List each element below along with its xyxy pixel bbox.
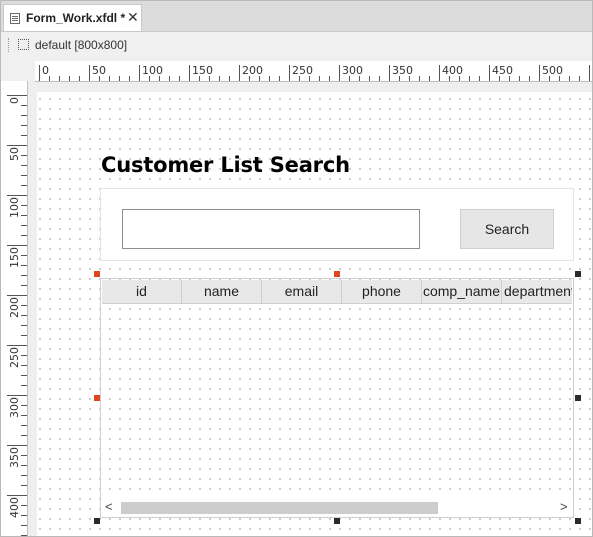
ruler-label: 200 bbox=[8, 297, 21, 318]
tab-form-work[interactable]: Form_Work.xfdl * ✕ bbox=[3, 4, 142, 31]
tab-label: Form_Work.xfdl * bbox=[26, 11, 126, 25]
ruler-corner bbox=[1, 61, 35, 81]
ruler-label: 0 bbox=[8, 97, 21, 104]
ruler-label: 350 bbox=[392, 64, 413, 77]
ruler-label: 400 bbox=[442, 64, 463, 77]
ruler-label: 50 bbox=[8, 147, 21, 161]
column-header-phone[interactable]: phone bbox=[342, 280, 422, 303]
form-title[interactable]: Customer List Search bbox=[101, 153, 350, 177]
column-header-email[interactable]: email bbox=[262, 280, 342, 303]
ruler-label: 250 bbox=[8, 347, 21, 368]
column-header-department[interactable]: department bbox=[502, 280, 572, 303]
scroll-right-icon[interactable]: > bbox=[560, 499, 568, 515]
selection-handle-top-left[interactable] bbox=[94, 271, 100, 277]
layout-selector[interactable]: default [800x800] bbox=[35, 38, 127, 52]
horizontal-scrollbar[interactable]: < > bbox=[101, 498, 573, 517]
ruler-label: 0 bbox=[42, 64, 49, 77]
column-header-comp-name[interactable]: comp_name bbox=[422, 280, 502, 303]
selection-handle-top-middle[interactable] bbox=[334, 271, 340, 277]
grid-header: id name email phone comp_name department bbox=[102, 280, 572, 304]
horizontal-ruler-ticks: 050100150200250300350400450500550 bbox=[39, 64, 590, 81]
toolbar-grip bbox=[8, 38, 11, 52]
column-header-name[interactable]: name bbox=[182, 280, 262, 303]
vertical-ruler-ticks: 0 50 100 150 200 250 300 350 400 bbox=[7, 95, 27, 536]
ruler-label: 150 bbox=[192, 64, 213, 77]
layout-icon[interactable] bbox=[18, 39, 29, 50]
layout-toolbar: default [800x800] bbox=[1, 32, 592, 59]
ruler-label: 200 bbox=[242, 64, 263, 77]
search-button[interactable]: Search bbox=[460, 209, 554, 249]
selection-handle-bottom-right[interactable] bbox=[575, 518, 581, 524]
ruler-label: 50 bbox=[92, 64, 106, 77]
ruler-label: 300 bbox=[342, 64, 363, 77]
ruler-label: 450 bbox=[492, 64, 513, 77]
customer-grid[interactable]: id name email phone comp_name department bbox=[100, 278, 574, 518]
ruler-label: 350 bbox=[8, 447, 21, 468]
ruler-label: 300 bbox=[8, 397, 21, 418]
scroll-left-icon[interactable]: < bbox=[105, 499, 113, 515]
scrollbar-thumb[interactable] bbox=[121, 502, 438, 514]
column-header-id[interactable]: id bbox=[102, 280, 182, 303]
close-icon[interactable]: ✕ bbox=[127, 9, 139, 25]
selection-handle-bottom-left[interactable] bbox=[94, 518, 100, 524]
ruler-label: 150 bbox=[8, 247, 21, 268]
horizontal-ruler: 050100150200250300350400450500550 bbox=[35, 61, 592, 82]
ruler-label: 250 bbox=[292, 64, 313, 77]
search-input[interactable] bbox=[122, 209, 420, 249]
ruler-label: 100 bbox=[8, 197, 21, 218]
selection-handle-bottom-middle[interactable] bbox=[334, 518, 340, 524]
selection-handle-middle-right[interactable] bbox=[575, 395, 581, 401]
ruler-label: 100 bbox=[142, 64, 163, 77]
ruler-label: 500 bbox=[542, 64, 563, 77]
selection-handle-middle-left[interactable] bbox=[94, 395, 100, 401]
vertical-ruler: 0 50 100 150 200 250 300 350 400 bbox=[1, 81, 28, 536]
form-file-icon bbox=[10, 13, 20, 24]
ruler-label: 400 bbox=[8, 497, 21, 518]
tab-bar: Form_Work.xfdl * ✕ bbox=[1, 1, 592, 32]
selection-handle-top-right[interactable] bbox=[575, 271, 581, 277]
